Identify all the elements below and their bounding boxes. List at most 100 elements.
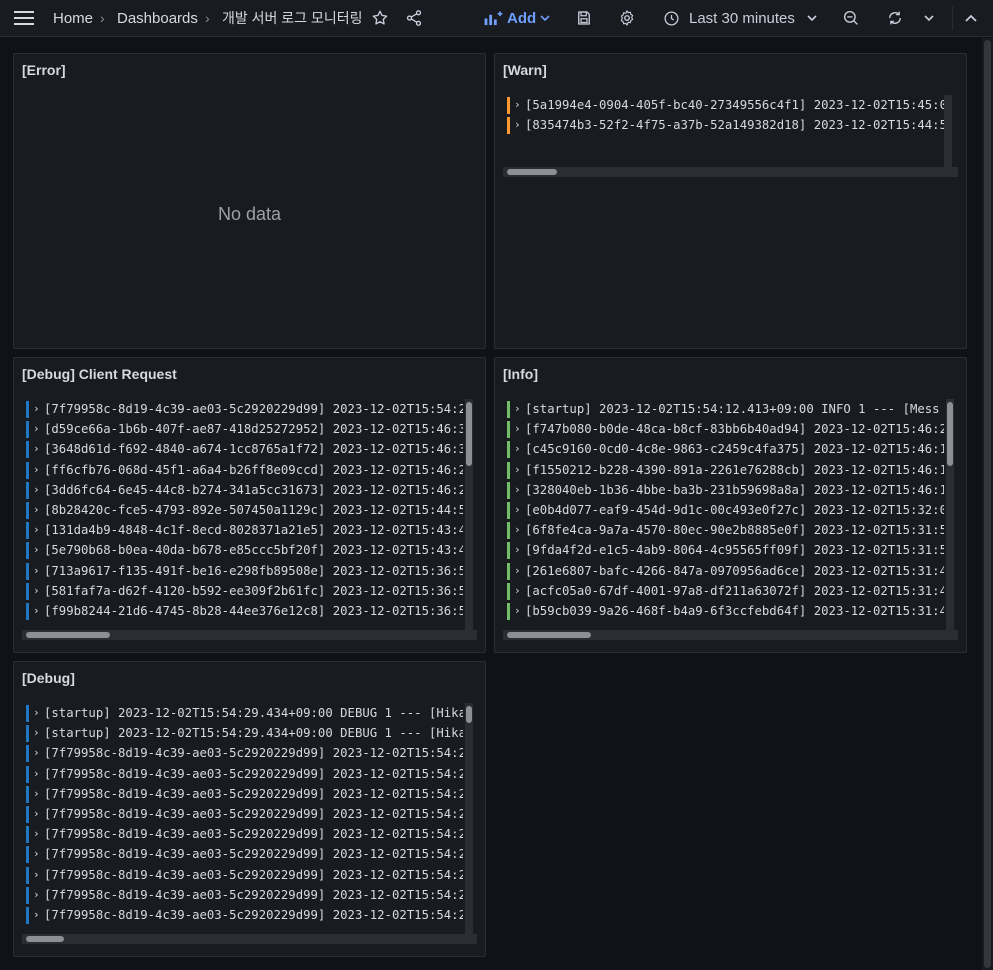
chevron-right-icon[interactable]: › <box>514 115 521 135</box>
chevron-right-icon[interactable]: › <box>514 561 521 581</box>
log-row[interactable]: › [835474b3-52f2-4f75-a37b-52a149382d18] … <box>507 115 944 135</box>
chevron-right-icon[interactable]: › <box>33 784 40 804</box>
chevron-right-icon[interactable]: › <box>514 460 521 480</box>
chevron-right-icon[interactable]: › <box>33 764 40 784</box>
chevron-right-icon[interactable]: › <box>514 500 521 520</box>
log-row[interactable]: › [c45c9160-0cd0-4c8e-9863-c2459c4fa375] … <box>507 439 944 459</box>
log-row[interactable]: › [startup] 2023-12-02T15:54:12.413+09:00… <box>507 399 944 419</box>
horizontal-scrollbar[interactable] <box>503 167 958 177</box>
chevron-right-icon[interactable]: › <box>514 480 521 500</box>
horizontal-scrollbar[interactable] <box>22 934 477 944</box>
chevron-right-icon[interactable]: › <box>33 540 40 560</box>
log-row[interactable]: › [acfc05a0-67df-4001-97a8-df211a63072f] … <box>507 581 944 601</box>
scroll-thumb[interactable] <box>507 632 591 638</box>
scroll-thumb[interactable] <box>26 632 110 638</box>
chevron-right-icon[interactable]: › <box>514 520 521 540</box>
log-row[interactable]: › [5e790b68-b0ea-40da-b678-e85ccc5bf20f] … <box>26 540 463 560</box>
chevron-right-icon[interactable]: › <box>33 824 40 844</box>
log-row[interactable]: › [713a9617-f135-491f-be16-e298fb89508e] … <box>26 561 463 581</box>
log-row[interactable]: › [startup] 2023-12-02T15:54:29.434+09:00… <box>26 723 463 743</box>
scroll-thumb[interactable] <box>26 936 64 942</box>
star-icon[interactable] <box>371 0 389 36</box>
breadcrumb-dashboards[interactable]: Dashboards <box>117 0 198 36</box>
share-icon[interactable] <box>405 0 423 36</box>
chevron-right-icon[interactable]: › <box>33 804 40 824</box>
chevron-right-icon[interactable]: › <box>514 581 521 601</box>
scroll-thumb[interactable] <box>466 706 472 723</box>
page-scrollbar[interactable] <box>982 38 993 970</box>
log-row[interactable]: › [ff6cfb76-068d-45f1-a6a4-b26ff8e09ccd] … <box>26 460 463 480</box>
chevron-right-icon[interactable]: › <box>33 723 40 743</box>
log-row[interactable]: › [7f79958c-8d19-4c39-ae03-5c2920229d99] … <box>26 804 463 824</box>
chevron-right-icon[interactable]: › <box>33 601 40 621</box>
log-row[interactable]: › [7f79958c-8d19-4c39-ae03-5c2920229d99] … <box>26 885 463 905</box>
log-row[interactable]: › [581faf7a-d62f-4120-b592-ee309f2b61fc] … <box>26 581 463 601</box>
log-row[interactable]: › [131da4b9-4848-4c1f-8ecd-8028371a21e5] … <box>26 520 463 540</box>
vertical-scrollbar[interactable] <box>946 399 954 630</box>
vertical-scrollbar[interactable] <box>944 95 952 167</box>
chevron-right-icon[interactable]: › <box>33 419 40 439</box>
log-row[interactable]: › [9fda4f2d-e1c5-4ab9-8064-4c95565ff09f] … <box>507 540 944 560</box>
chevron-right-icon[interactable]: › <box>33 399 40 419</box>
chevron-right-icon[interactable]: › <box>33 520 40 540</box>
zoom-out-icon[interactable] <box>842 0 860 36</box>
log-row[interactable]: › [7f79958c-8d19-4c39-ae03-5c2920229d99] … <box>26 399 463 419</box>
chevron-right-icon[interactable]: › <box>514 601 521 621</box>
add-panel-button[interactable]: Add <box>483 0 550 36</box>
log-row[interactable]: › [f747b080-b0de-48ca-b8cf-83bb6b40ad94] … <box>507 419 944 439</box>
chevron-right-icon[interactable]: › <box>514 399 521 419</box>
log-row[interactable]: › [7f79958c-8d19-4c39-ae03-5c2920229d99] … <box>26 844 463 864</box>
log-row[interactable]: › [3648d61d-f692-4840-a674-1cc8765a1f72] … <box>26 439 463 459</box>
chevron-right-icon[interactable]: › <box>33 905 40 925</box>
chevron-right-icon[interactable]: › <box>514 419 521 439</box>
refresh-interval-dropdown[interactable] <box>924 0 934 36</box>
chevron-right-icon[interactable]: › <box>33 844 40 864</box>
chevron-right-icon[interactable]: › <box>33 500 40 520</box>
gear-icon[interactable] <box>618 0 636 36</box>
breadcrumb-home[interactable]: Home <box>53 0 93 36</box>
time-range-picker[interactable]: Last 30 minutes <box>663 0 817 36</box>
log-row[interactable]: › [7f79958c-8d19-4c39-ae03-5c2920229d99] … <box>26 784 463 804</box>
chevron-right-icon[interactable]: › <box>33 439 40 459</box>
chevron-right-icon[interactable]: › <box>33 743 40 763</box>
log-row[interactable]: › [8b28420c-fce5-4793-892e-507450a1129c] … <box>26 500 463 520</box>
chevron-right-icon[interactable]: › <box>33 581 40 601</box>
log-row[interactable]: › [7f79958c-8d19-4c39-ae03-5c2920229d99] … <box>26 764 463 784</box>
scroll-thumb[interactable] <box>984 40 991 968</box>
log-row[interactable]: › [f1550212-b228-4390-891a-2261e76288cb] … <box>507 460 944 480</box>
chevron-right-icon[interactable]: › <box>33 460 40 480</box>
log-row[interactable]: › [6f8fe4ca-9a7a-4570-80ec-90e2b8885e0f] … <box>507 520 944 540</box>
chevron-right-icon[interactable]: › <box>33 865 40 885</box>
log-row[interactable]: › [3dd6fc64-6e45-44c8-b274-341a5cc31673] … <box>26 480 463 500</box>
log-row[interactable]: › [f99b8244-21d6-4745-8b28-44ee376e12c8] … <box>26 601 463 621</box>
horizontal-scrollbar[interactable] <box>503 630 958 640</box>
log-row[interactable]: › [7f79958c-8d19-4c39-ae03-5c2920229d99] … <box>26 865 463 885</box>
chevron-right-icon[interactable]: › <box>514 439 521 459</box>
log-row[interactable]: › [startup] 2023-12-02T15:54:29.434+09:00… <box>26 703 463 723</box>
chevron-right-icon[interactable]: › <box>514 95 521 115</box>
collapse-navbar-button[interactable] <box>965 0 977 36</box>
scroll-thumb[interactable] <box>947 402 953 466</box>
log-row[interactable]: › [b59cb039-9a26-468f-b4a9-6f3ccfebd64f] … <box>507 601 944 621</box>
scroll-thumb[interactable] <box>466 402 472 466</box>
vertical-scrollbar[interactable] <box>465 703 473 934</box>
horizontal-scrollbar[interactable] <box>22 630 477 640</box>
chevron-right-icon[interactable]: › <box>33 703 40 723</box>
chevron-right-icon[interactable]: › <box>33 885 40 905</box>
log-row[interactable]: › [5a1994e4-0904-405f-bc40-27349556c4f1] … <box>507 95 944 115</box>
save-icon[interactable] <box>575 0 593 36</box>
vertical-scrollbar[interactable] <box>465 399 473 630</box>
chevron-right-icon[interactable]: › <box>33 480 40 500</box>
menu-icon[interactable] <box>14 0 36 36</box>
log-row[interactable]: › [7f79958c-8d19-4c39-ae03-5c2920229d99] … <box>26 905 463 925</box>
chevron-right-icon[interactable]: › <box>33 561 40 581</box>
refresh-icon[interactable] <box>886 0 904 36</box>
chevron-right-icon[interactable]: › <box>514 540 521 560</box>
log-row[interactable]: › [7f79958c-8d19-4c39-ae03-5c2920229d99] … <box>26 743 463 763</box>
log-row[interactable]: › [d59ce66a-1b6b-407f-ae87-418d25272952] … <box>26 419 463 439</box>
log-row[interactable]: › [7f79958c-8d19-4c39-ae03-5c2920229d99] … <box>26 824 463 844</box>
log-row[interactable]: › [261e6807-bafc-4266-847a-0970956ad6ce] … <box>507 561 944 581</box>
log-row[interactable]: › [e0b4d077-eaf9-454d-9d1c-00c493e0f27c] … <box>507 500 944 520</box>
log-row[interactable]: › [328040eb-1b36-4bbe-ba3b-231b59698a8a] … <box>507 480 944 500</box>
scroll-thumb[interactable] <box>507 169 557 175</box>
